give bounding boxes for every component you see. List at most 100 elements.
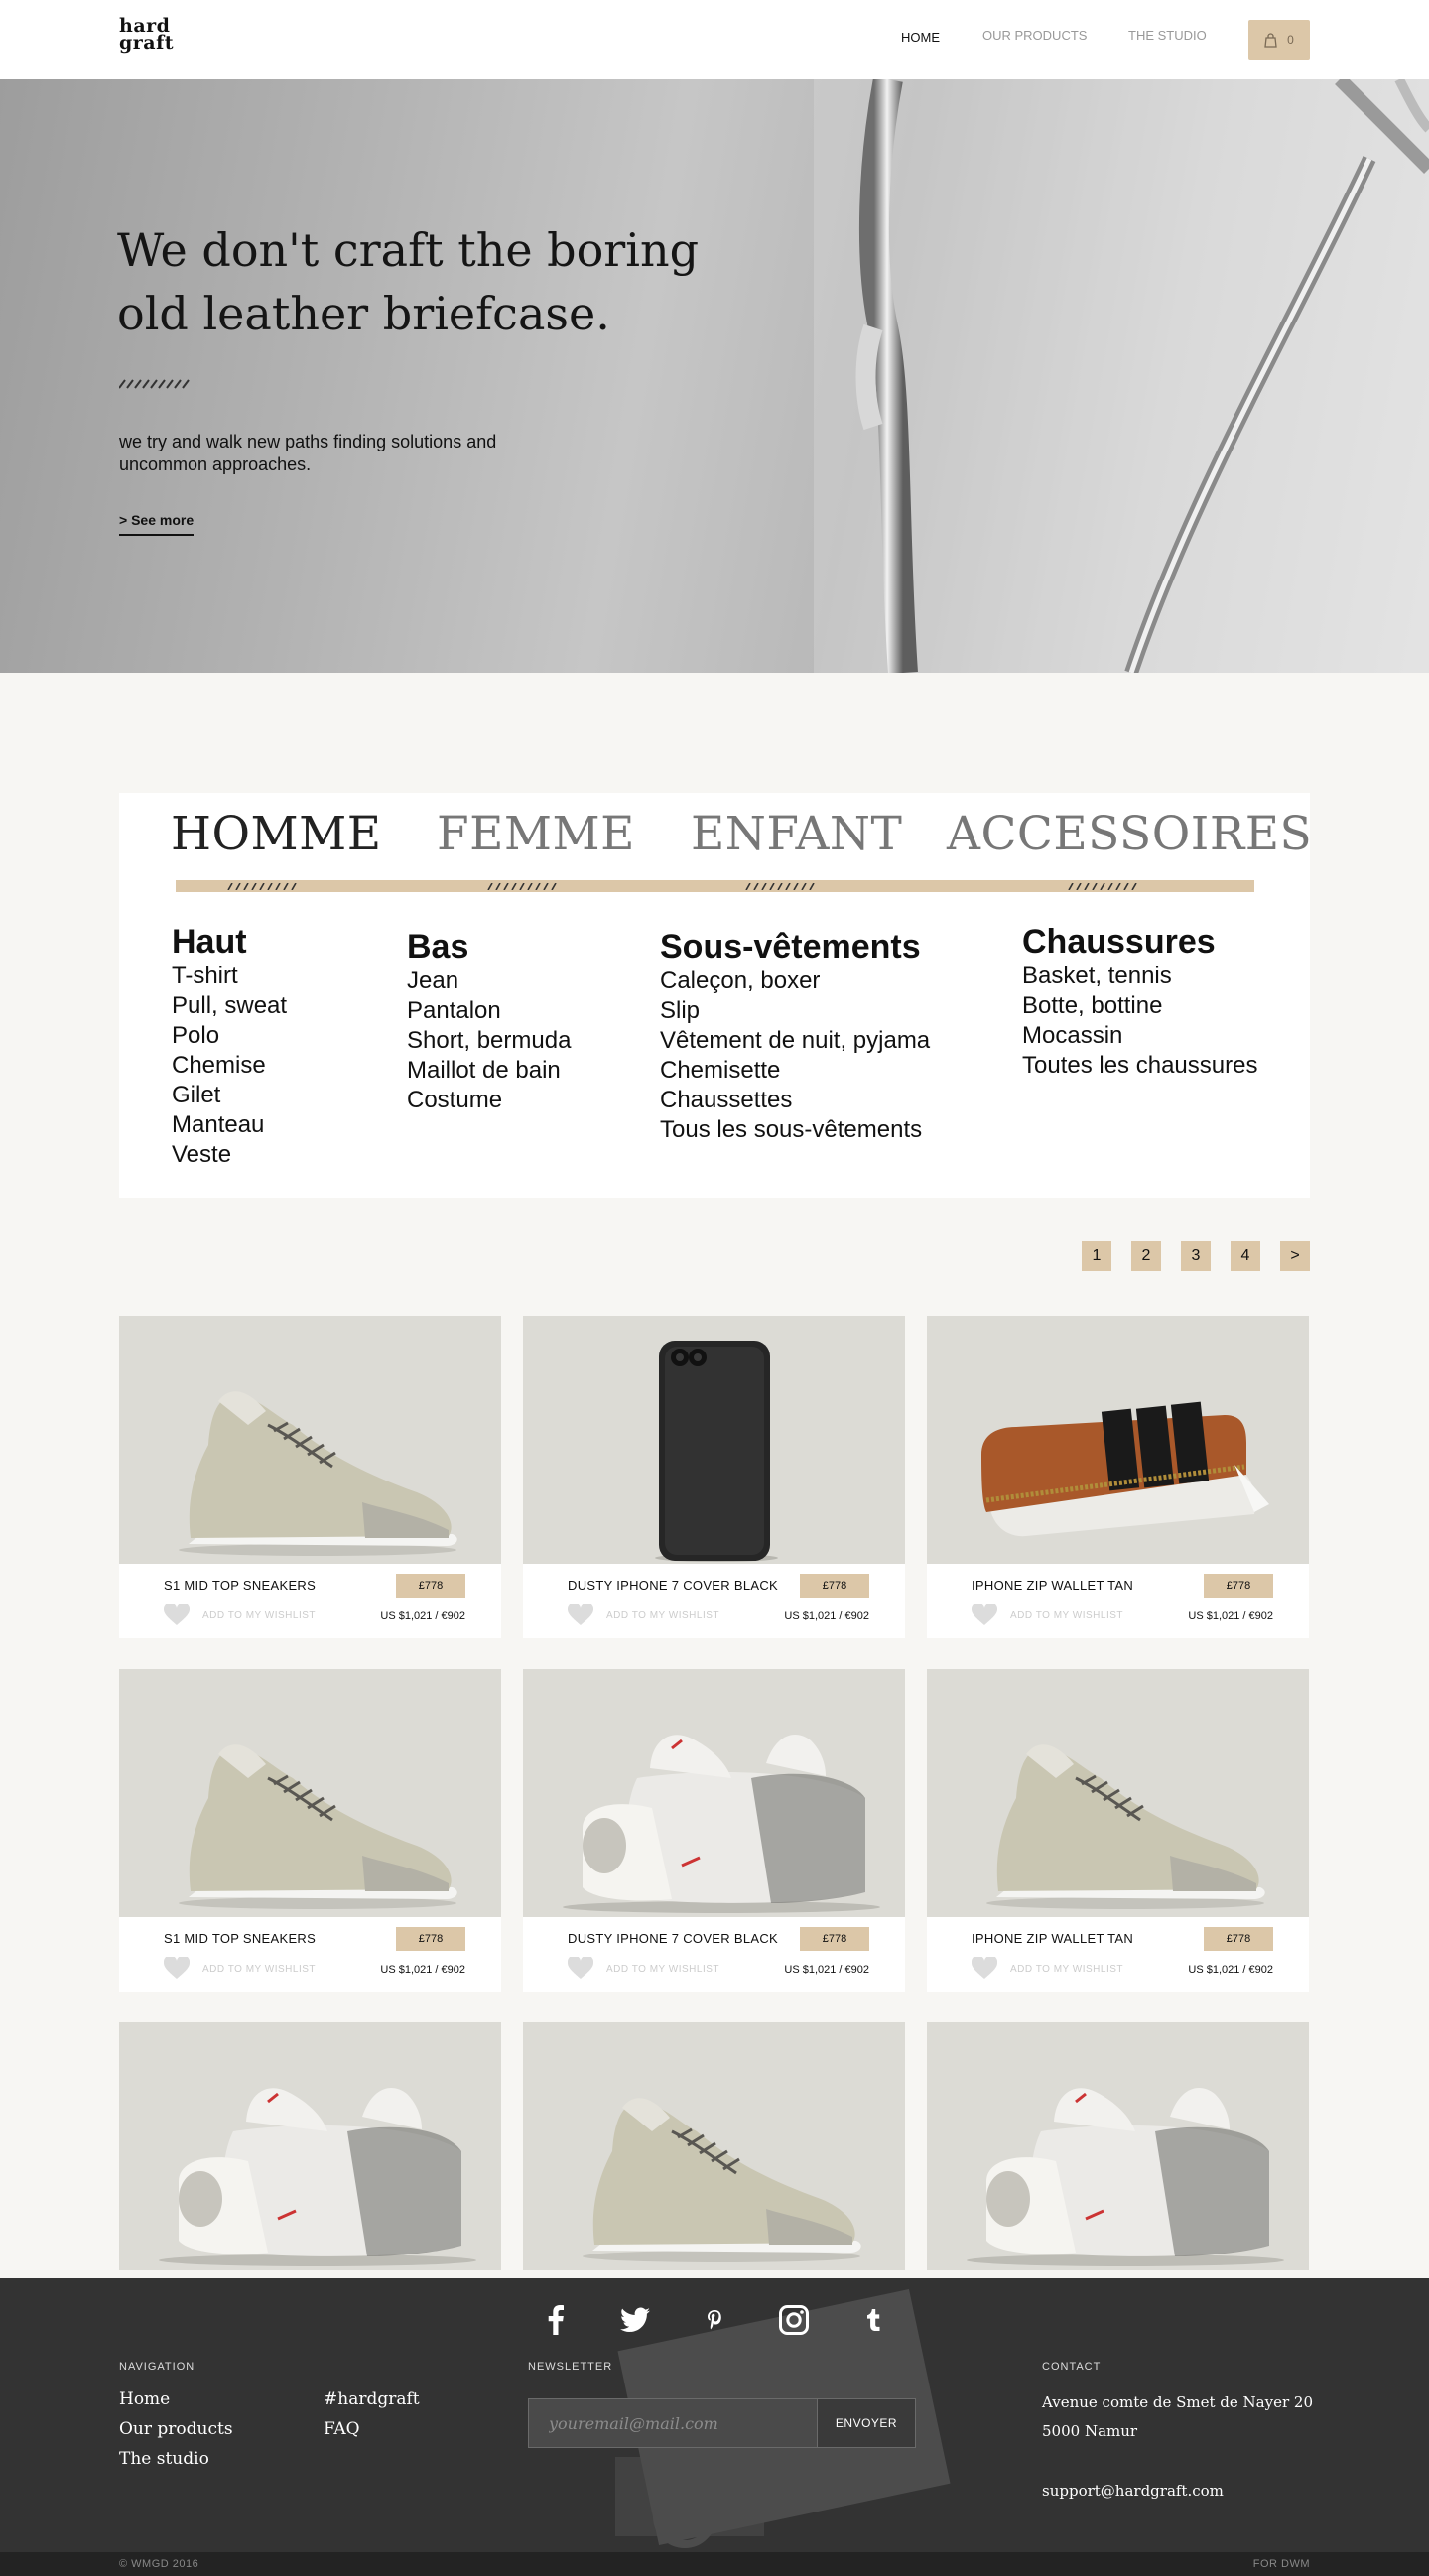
instagram-icon[interactable]: [774, 2300, 814, 2340]
category-link[interactable]: Polo: [172, 1021, 287, 1051]
category-link[interactable]: Pull, sweat: [172, 991, 287, 1021]
shopping-bag-icon: [1264, 32, 1277, 48]
category-link[interactable]: Botte, bottine: [1022, 991, 1257, 1021]
heart-icon[interactable]: [568, 1957, 593, 1979]
category-link[interactable]: Chaussettes: [660, 1086, 930, 1115]
product-card[interactable]: [523, 2022, 905, 2270]
heart-icon[interactable]: [972, 1604, 997, 1625]
category-heading[interactable]: Haut: [172, 922, 287, 962]
footer-link-hardgraft[interactable]: #hardgraft: [324, 2389, 420, 2409]
page-1-button[interactable]: 1: [1082, 1241, 1111, 1271]
product-card[interactable]: S1 MID TOP SNEAKERS £778 ADD TO MY WISHLIS…: [119, 1669, 501, 1992]
next-page-button[interactable]: >: [1280, 1241, 1310, 1271]
add-to-wishlist-link[interactable]: ADD TO MY WISHLIST: [606, 1610, 719, 1621]
category-link[interactable]: Slip: [660, 996, 930, 1026]
footer-link-home[interactable]: Home: [119, 2389, 170, 2409]
tab-enfant[interactable]: ENFANT: [691, 807, 902, 861]
category-link[interactable]: Costume: [407, 1086, 571, 1115]
category-link[interactable]: Tous les sous-vêtements: [660, 1115, 930, 1145]
product-price-badge: £778: [800, 1574, 869, 1598]
add-to-wishlist-link[interactable]: ADD TO MY WISHLIST: [202, 1964, 316, 1975]
category-link[interactable]: Veste: [172, 1140, 287, 1170]
page-4-button[interactable]: 4: [1231, 1241, 1260, 1271]
category-link[interactable]: T-shirt: [172, 962, 287, 991]
category-link[interactable]: Maillot de bain: [407, 1056, 571, 1086]
product-name[interactable]: S1 MID TOP SNEAKERS: [164, 1931, 316, 1946]
nav-home[interactable]: HOME: [901, 30, 940, 45]
product-info: S1 MID TOP SNEAKERS £778 ADD TO MY WISHLIS…: [119, 1917, 501, 1992]
product-image-slippers[interactable]: [927, 2022, 1309, 2270]
category-link[interactable]: Basket, tennis: [1022, 962, 1257, 991]
heart-icon[interactable]: [972, 1957, 997, 1979]
product-card[interactable]: IPHONE ZIP WALLET TAN £778 ADD TO MY WISHL…: [927, 1316, 1309, 1638]
see-more-link[interactable]: > See more: [119, 512, 195, 536]
product-card[interactable]: DUSTY IPHONE 7 COVER BLACK £778 ADD TO MY …: [523, 1316, 905, 1638]
add-to-wishlist-link[interactable]: ADD TO MY WISHLIST: [1010, 1964, 1123, 1975]
cart-button[interactable]: 0: [1248, 20, 1310, 60]
category-column-bas: Bas Jean Pantalon Short, bermuda Maillot de …: [407, 927, 571, 1115]
logo[interactable]: hard graft: [119, 17, 174, 53]
product-image-slippers[interactable]: [523, 1669, 905, 1917]
category-link[interactable]: Toutes les chaussures: [1022, 1051, 1257, 1081]
category-link[interactable]: Jean: [407, 966, 571, 996]
hatch-divider: [745, 883, 815, 890]
tab-homme[interactable]: HOMME: [171, 807, 382, 861]
product-name[interactable]: IPHONE ZIP WALLET TAN: [972, 1931, 1133, 1946]
product-card[interactable]: IPHONE ZIP WALLET TAN £778 ADD TO MY WISHL…: [927, 1669, 1309, 1992]
footer-link-the-studio[interactable]: The studio: [119, 2449, 209, 2469]
add-to-wishlist-link[interactable]: ADD TO MY WISHLIST: [1010, 1610, 1123, 1621]
product-card[interactable]: [927, 2022, 1309, 2270]
nav-the-studio[interactable]: THE STUDIO: [1128, 28, 1207, 43]
page-3-button[interactable]: 3: [1181, 1241, 1211, 1271]
newsletter-submit-button[interactable]: ENVOYER: [817, 2398, 916, 2448]
heart-icon[interactable]: [164, 1957, 190, 1979]
product-name[interactable]: IPHONE ZIP WALLET TAN: [972, 1578, 1133, 1593]
category-link[interactable]: Caleçon, boxer: [660, 966, 930, 996]
category-column-sous-vetements: Sous-vêtements Caleçon, boxer Slip Vêtement…: [660, 927, 930, 1145]
heart-icon[interactable]: [164, 1604, 190, 1625]
page-2-button[interactable]: 2: [1131, 1241, 1161, 1271]
product-name[interactable]: DUSTY IPHONE 7 COVER BLACK: [568, 1578, 778, 1593]
product-card[interactable]: [119, 2022, 501, 2270]
category-link[interactable]: Pantalon: [407, 996, 571, 1026]
add-to-wishlist-link[interactable]: ADD TO MY WISHLIST: [202, 1610, 316, 1621]
product-image-sneaker[interactable]: [119, 1316, 501, 1564]
tab-accessoires[interactable]: ACCESSOIRES: [947, 807, 1312, 861]
contact-email-link[interactable]: support@hardgraft.com: [1042, 2482, 1224, 2500]
heart-icon[interactable]: [568, 1604, 593, 1625]
product-image-phone-cover[interactable]: [523, 1316, 905, 1564]
twitter-icon[interactable]: [615, 2300, 655, 2340]
product-image-wallet[interactable]: [927, 1316, 1309, 1564]
facebook-icon[interactable]: [536, 2300, 576, 2340]
add-to-wishlist-link[interactable]: ADD TO MY WISHLIST: [606, 1964, 719, 1975]
footer-link-faq[interactable]: FAQ: [324, 2419, 360, 2439]
category-heading[interactable]: Bas: [407, 927, 571, 966]
product-name[interactable]: S1 MID TOP SNEAKERS: [164, 1578, 316, 1593]
category-link[interactable]: Gilet: [172, 1081, 287, 1110]
category-link[interactable]: Chemisette: [660, 1056, 930, 1086]
product-image-sneaker[interactable]: [927, 1669, 1309, 1917]
product-card[interactable]: DUSTY IPHONE 7 COVER BLACK £778 ADD TO MY …: [523, 1669, 905, 1992]
footer-link-our-products[interactable]: Our products: [119, 2419, 233, 2439]
newsletter-email-input[interactable]: [528, 2398, 818, 2448]
product-card[interactable]: S1 MID TOP SNEAKERS £778 ADD TO MY WISHLIS…: [119, 1316, 501, 1638]
tumblr-icon[interactable]: [853, 2300, 893, 2340]
product-image-slippers[interactable]: [119, 2022, 501, 2270]
pinterest-icon[interactable]: [695, 2300, 734, 2340]
category-link[interactable]: Chemise: [172, 1051, 287, 1081]
category-link[interactable]: Short, bermuda: [407, 1026, 571, 1056]
tab-femme[interactable]: FEMME: [437, 807, 635, 861]
category-menu: HOMME FEMME ENFANT ACCESSOIRES Haut T-shi…: [119, 793, 1312, 1198]
category-link[interactable]: Manteau: [172, 1110, 287, 1140]
product-image-sneaker[interactable]: [523, 2022, 905, 2270]
category-heading[interactable]: Chaussures: [1022, 922, 1257, 962]
product-name[interactable]: DUSTY IPHONE 7 COVER BLACK: [568, 1931, 778, 1946]
product-image-sneaker[interactable]: [119, 1669, 501, 1917]
category-link[interactable]: Mocassin: [1022, 1021, 1257, 1051]
nav-our-products[interactable]: OUR PRODUCTS: [982, 28, 1087, 43]
product-info: IPHONE ZIP WALLET TAN £778 ADD TO MY WISHL…: [927, 1917, 1309, 1992]
hero-title: We don't craft the boring old leather br…: [117, 218, 713, 345]
category-link[interactable]: Vêtement de nuit, pyjama: [660, 1026, 930, 1056]
product-price-badge: £778: [800, 1927, 869, 1951]
category-heading[interactable]: Sous-vêtements: [660, 927, 930, 966]
